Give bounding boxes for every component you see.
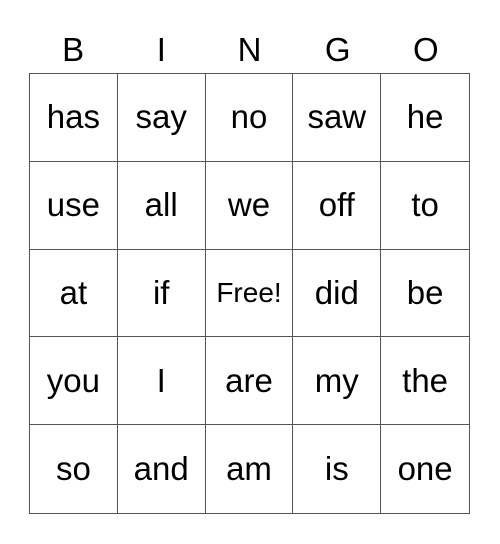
bingo-cell[interactable]: are xyxy=(205,337,294,426)
free-space-cell[interactable]: Free! xyxy=(205,249,294,338)
bingo-cell[interactable]: all xyxy=(117,161,206,250)
bingo-cell[interactable]: one xyxy=(381,425,469,513)
bingo-cell[interactable]: has xyxy=(30,74,118,162)
bingo-cell[interactable]: saw xyxy=(293,74,382,162)
bingo-cell[interactable]: I xyxy=(117,337,206,426)
bingo-cell[interactable]: is xyxy=(293,425,382,513)
bingo-cell[interactable]: did xyxy=(293,249,382,338)
bingo-cell[interactable]: no xyxy=(205,74,294,162)
bingo-cell[interactable]: use xyxy=(30,161,118,250)
header-letter-i: I xyxy=(156,31,166,68)
bingo-cell[interactable]: be xyxy=(381,250,469,338)
bingo-cell[interactable]: my xyxy=(293,337,382,426)
bingo-cell[interactable]: he xyxy=(381,74,469,162)
bingo-cell[interactable]: at xyxy=(30,249,118,338)
bingo-grid: has say no saw he use all we off to at i… xyxy=(29,73,470,514)
bingo-cell[interactable]: we xyxy=(205,161,294,250)
bingo-cell[interactable]: if xyxy=(117,249,206,338)
bingo-cell[interactable]: am xyxy=(206,425,294,513)
header-letter-b: B xyxy=(62,31,85,68)
bingo-cell[interactable]: the xyxy=(381,337,469,426)
bingo-cell[interactable]: you xyxy=(30,337,118,426)
bingo-header: B I N G O xyxy=(29,30,470,70)
bingo-cell[interactable]: and xyxy=(118,425,206,513)
bingo-cell[interactable]: to xyxy=(381,162,469,250)
header-letter-o: O xyxy=(413,31,439,68)
bingo-cell[interactable]: so xyxy=(30,425,118,513)
header-letter-n: N xyxy=(237,31,262,68)
bingo-cell[interactable]: say xyxy=(117,74,206,162)
bingo-cell[interactable]: off xyxy=(293,161,382,250)
header-letter-g: G xyxy=(324,31,351,68)
